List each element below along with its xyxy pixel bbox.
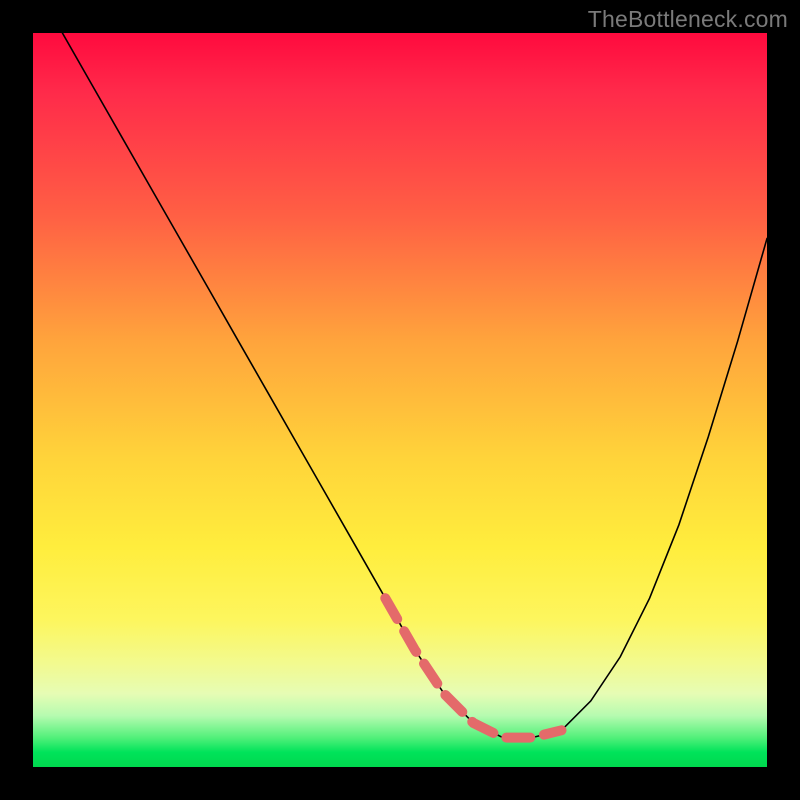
optimal-range-dash — [385, 598, 561, 737]
curve-layer — [33, 33, 767, 767]
plot-area — [33, 33, 767, 767]
chart-frame: TheBottleneck.com — [0, 0, 800, 800]
watermark-text: TheBottleneck.com — [588, 6, 788, 33]
bottleneck-curve — [62, 33, 767, 738]
